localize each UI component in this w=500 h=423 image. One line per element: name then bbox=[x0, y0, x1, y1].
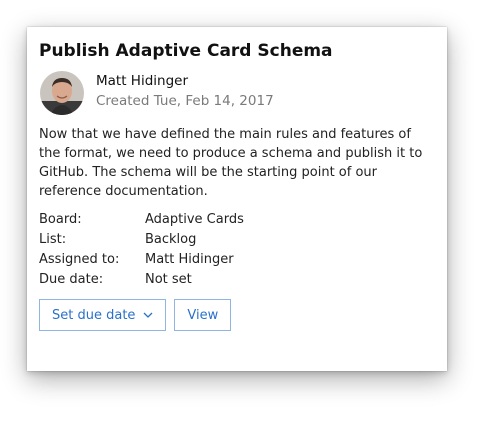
avatar bbox=[40, 71, 84, 115]
fact-value-list: Backlog bbox=[145, 232, 197, 247]
person-avatar-icon bbox=[40, 71, 84, 115]
created-date: Created Tue, Feb 14, 2017 bbox=[96, 92, 274, 109]
fact-value-board: Adaptive Cards bbox=[145, 212, 244, 227]
fact-value-due-date: Not set bbox=[145, 272, 192, 287]
set-due-date-label: Set due date bbox=[52, 307, 136, 323]
fact-set: Board: Adaptive Cards List: Backlog Assi… bbox=[39, 210, 435, 289]
fact-label-board: Board: bbox=[39, 212, 82, 227]
fact-label-assigned: Assigned to: bbox=[39, 252, 120, 267]
card-description: Now that we have defined the main rules … bbox=[39, 127, 423, 199]
fact-value-assigned: Matt Hidinger bbox=[145, 252, 234, 267]
fact-label-due-date: Due date: bbox=[39, 272, 104, 287]
adaptive-card: Publish Adaptive Card Schema Matt Hiding… bbox=[27, 27, 447, 371]
card-content: Publish Adaptive Card Schema Matt Hiding… bbox=[39, 40, 435, 331]
action-bar: Set due date View bbox=[39, 299, 435, 331]
author-name: Matt Hidinger bbox=[96, 72, 189, 89]
author-row: Matt Hidinger Created Tue, Feb 14, 2017 bbox=[39, 71, 435, 115]
card-title: Publish Adaptive Card Schema bbox=[39, 41, 333, 61]
chevron-down-icon bbox=[143, 312, 153, 318]
view-button[interactable]: View bbox=[174, 299, 232, 331]
stage: Publish Adaptive Card Schema Matt Hiding… bbox=[0, 0, 500, 423]
view-label: View bbox=[187, 307, 219, 323]
author-info: Matt Hidinger Created Tue, Feb 14, 2017 bbox=[96, 72, 274, 111]
set-due-date-button[interactable]: Set due date bbox=[39, 299, 167, 331]
fact-label-list: List: bbox=[39, 232, 67, 247]
